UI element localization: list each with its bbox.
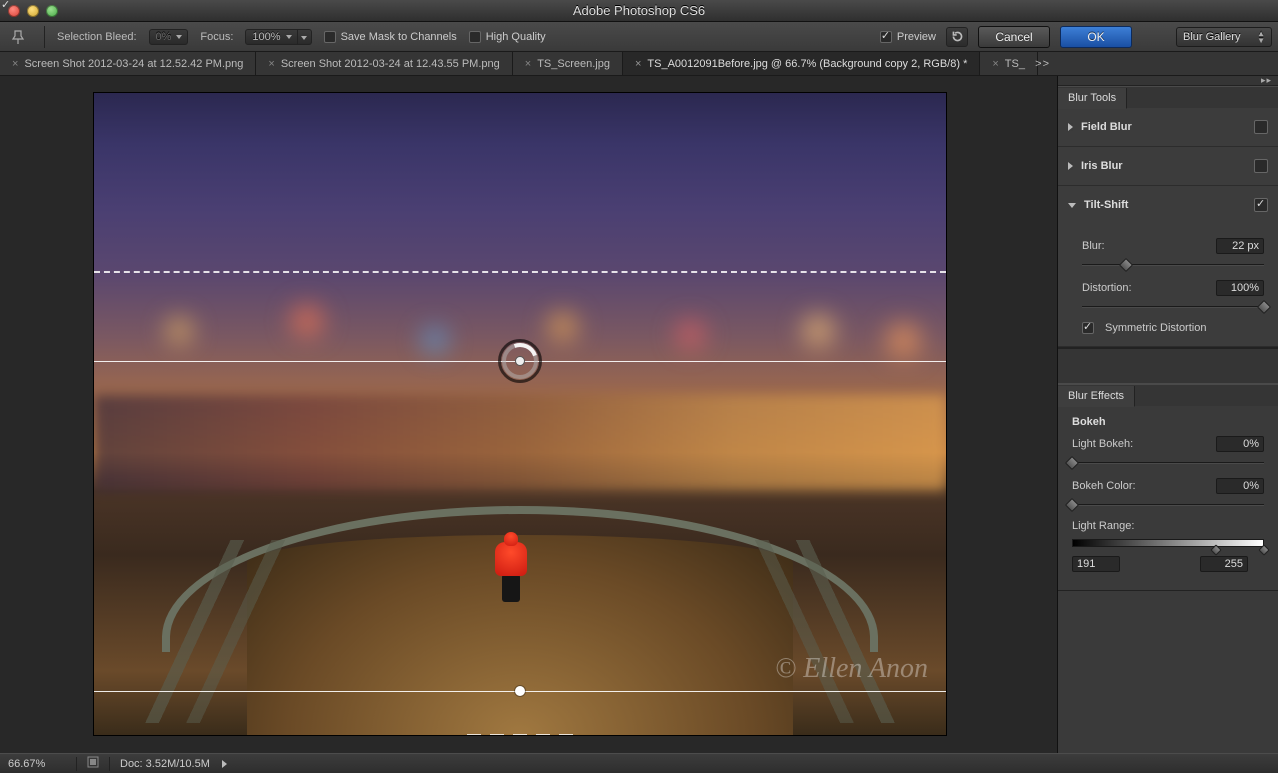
ok-button[interactable]: OK — [1060, 26, 1132, 48]
blur-param: Blur: 22 px — [1082, 238, 1264, 272]
blur-value-field[interactable]: 22 px — [1216, 238, 1264, 254]
distortion-label: Distortion: — [1082, 282, 1132, 294]
high-quality-checkbox[interactable]: High Quality — [469, 31, 546, 43]
light-bokeh-slider[interactable] — [1072, 456, 1264, 470]
tab-label: Screen Shot 2012-03-24 at 12.52.42 PM.pn… — [24, 58, 243, 70]
light-range-slider[interactable] — [1072, 536, 1264, 550]
light-range-param: Light Range: 191 255 — [1072, 520, 1264, 572]
iris-blur-section[interactable]: Iris Blur — [1058, 147, 1278, 186]
bokeh-section-header: Bokeh — [1072, 416, 1264, 428]
status-bar: 66.67% Doc: 3.52M/10.5M — [0, 753, 1278, 773]
preview-label: Preview — [897, 31, 936, 43]
window-titlebar: Adobe Photoshop CS6 — [0, 0, 1278, 22]
symmetric-distortion-label: Symmetric Distortion — [1105, 322, 1206, 334]
disclosure-icon — [1068, 203, 1076, 208]
tab-overflow-button[interactable]: >> — [1027, 52, 1058, 76]
distortion-param: Distortion: 100% — [1082, 280, 1264, 314]
light-bokeh-label: Light Bokeh: — [1072, 438, 1133, 450]
bokeh-color-label: Bokeh Color: — [1072, 480, 1136, 492]
close-tab-icon[interactable]: × — [635, 58, 641, 70]
field-blur-section[interactable]: Field Blur — [1058, 108, 1278, 147]
panel-tab-blur-effects[interactable]: Blur Effects — [1058, 386, 1135, 407]
panel-tab-blur-tools[interactable]: Blur Tools — [1058, 88, 1127, 109]
minimize-icon[interactable] — [27, 5, 39, 17]
section-label: Tilt-Shift — [1084, 199, 1254, 211]
options-bar: Selection Bleed: 0% Focus: 100% Save Mas… — [0, 22, 1278, 52]
blur-tools-panel: Blur Tools Field Blur Iris Blur Tilt-Shi… — [1058, 86, 1278, 348]
bokeh-color-value-field[interactable]: 0% — [1216, 478, 1264, 494]
focus-dropdown[interactable]: 100% — [245, 29, 297, 45]
focus-label: Focus: — [200, 31, 233, 43]
disclosure-icon — [1068, 123, 1073, 131]
section-label: Bokeh — [1072, 416, 1106, 428]
panel-collapse-strip[interactable]: ▸▸ — [1058, 76, 1278, 86]
selection-bleed-dropdown: 0% — [149, 29, 189, 45]
section-label: Iris Blur — [1081, 160, 1254, 172]
document-tab[interactable]: × Screen Shot 2012-03-24 at 12.43.55 PM.… — [256, 52, 512, 75]
right-panel-column: ▸▸ Blur Tools Field Blur Iris Blur — [1058, 76, 1278, 753]
high-quality-label: High Quality — [486, 31, 546, 43]
updown-icon: ▲▼ — [1257, 30, 1265, 44]
close-tab-icon[interactable]: × — [992, 58, 998, 70]
flyout-icon[interactable] — [222, 760, 227, 768]
checkbox-icon — [880, 31, 892, 43]
tilt-shift-controls: Blur: 22 px Distortion: 100% — [1058, 224, 1278, 347]
checkbox-icon — [1082, 322, 1094, 334]
light-range-label: Light Range: — [1072, 520, 1134, 532]
tilt-shift-section[interactable]: Tilt-Shift — [1058, 186, 1278, 224]
document-tab[interactable]: × TS_Screen.jpg — [513, 52, 623, 75]
preview-checkbox[interactable]: Preview — [880, 31, 936, 43]
disclosure-icon — [1068, 162, 1073, 170]
app-title: Adobe Photoshop CS6 — [0, 3, 1278, 18]
zoom-icon[interactable] — [46, 5, 58, 17]
tab-label: TS_Screen.jpg — [537, 58, 610, 70]
workspace-label: Blur Gallery — [1183, 31, 1240, 43]
light-range-high-field[interactable]: 255 — [1200, 556, 1248, 572]
canvas-area[interactable]: © Ellen Anon — [0, 76, 1058, 753]
blur-label: Blur: — [1082, 240, 1105, 252]
bokeh-color-param: Bokeh Color: 0% — [1072, 478, 1264, 512]
document-image: © Ellen Anon — [94, 93, 946, 735]
light-bokeh-value-field[interactable]: 0% — [1216, 436, 1264, 452]
blur-effects-panel: Blur Effects Bokeh Light Bokeh: 0% — [1058, 384, 1278, 591]
workspace-switcher[interactable]: Blur Gallery ▲▼ — [1176, 27, 1272, 47]
enable-checkbox[interactable] — [1254, 120, 1268, 134]
doc-info[interactable]: Doc: 3.52M/10.5M — [120, 758, 210, 770]
enable-checkbox[interactable] — [1254, 198, 1268, 212]
tab-label: TS_A0012091Before.jpg @ 66.7% (Backgroun… — [647, 58, 967, 70]
document-tab-bar: × Screen Shot 2012-03-24 at 12.52.42 PM.… — [0, 52, 1278, 76]
document-canvas[interactable]: © Ellen Anon — [94, 93, 946, 735]
bokeh-color-slider[interactable] — [1072, 498, 1264, 512]
section-label: Field Blur — [1081, 121, 1254, 133]
pin-tool-icon[interactable] — [6, 26, 32, 48]
image-subject — [492, 542, 530, 606]
close-tab-icon[interactable]: × — [268, 58, 274, 70]
expose-icon[interactable] — [87, 756, 99, 771]
cancel-button[interactable]: Cancel — [978, 26, 1050, 48]
close-tab-icon[interactable]: × — [12, 58, 18, 70]
document-tab[interactable]: × Screen Shot 2012-03-24 at 12.52.42 PM.… — [0, 52, 256, 75]
reset-button[interactable] — [946, 27, 968, 47]
symmetric-distortion-checkbox[interactable]: Symmetric Distortion — [1082, 322, 1264, 334]
save-mask-label: Save Mask to Channels — [341, 31, 457, 43]
enable-checkbox[interactable] — [1254, 159, 1268, 173]
checkbox-icon — [324, 31, 336, 43]
zoom-level[interactable]: 66.67% — [8, 758, 66, 770]
light-bokeh-param: Light Bokeh: 0% — [1072, 436, 1264, 470]
tab-label: Screen Shot 2012-03-24 at 12.43.55 PM.pn… — [281, 58, 500, 70]
light-range-low-field[interactable]: 191 — [1072, 556, 1120, 572]
blur-slider[interactable] — [1082, 258, 1264, 272]
save-mask-checkbox[interactable]: Save Mask to Channels — [324, 31, 457, 43]
document-tab[interactable]: × TS_A0012091Before.jpg @ 66.7% (Backgro… — [623, 52, 980, 75]
distortion-slider[interactable] — [1082, 300, 1264, 314]
close-tab-icon[interactable]: × — [525, 58, 531, 70]
selection-bleed-label: Selection Bleed: — [57, 31, 137, 43]
checkbox-icon — [469, 31, 481, 43]
tab-label: TS_ — [1005, 58, 1025, 70]
focus-dropdown-extra[interactable] — [298, 29, 312, 45]
distortion-value-field[interactable]: 100% — [1216, 280, 1264, 296]
